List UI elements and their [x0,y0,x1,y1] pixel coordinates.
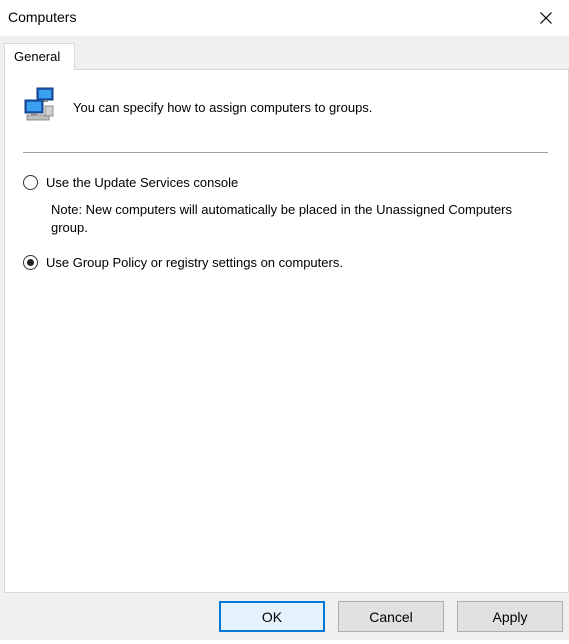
option-group-policy[interactable]: Use Group Policy or registry settings on… [23,255,343,270]
general-panel [4,69,569,593]
apply-button[interactable]: Apply [457,601,563,632]
divider [23,152,548,153]
radio-group-policy[interactable] [23,255,38,270]
option-group-policy-label[interactable]: Use Group Policy or registry settings on… [46,255,343,270]
note-text: Note: New computers will automatically b… [51,202,512,235]
title-bar: Computers [0,0,569,36]
close-icon [540,12,552,24]
option-update-services-console[interactable]: Use the Update Services console [23,175,238,190]
radio-update-services-console[interactable] [23,175,38,190]
info-text: You can specify how to assign computers … [73,100,373,115]
cancel-button[interactable]: Cancel [338,601,444,632]
ok-button[interactable]: OK [219,601,325,632]
tab-general-label: General [14,49,61,64]
network-computers-icon [24,87,54,121]
close-button[interactable] [523,0,569,36]
tab-general[interactable]: General [4,43,75,70]
option-update-services-console-label[interactable]: Use the Update Services console [46,175,238,190]
footer-strip [0,640,569,644]
window-title: Computers [8,9,77,25]
